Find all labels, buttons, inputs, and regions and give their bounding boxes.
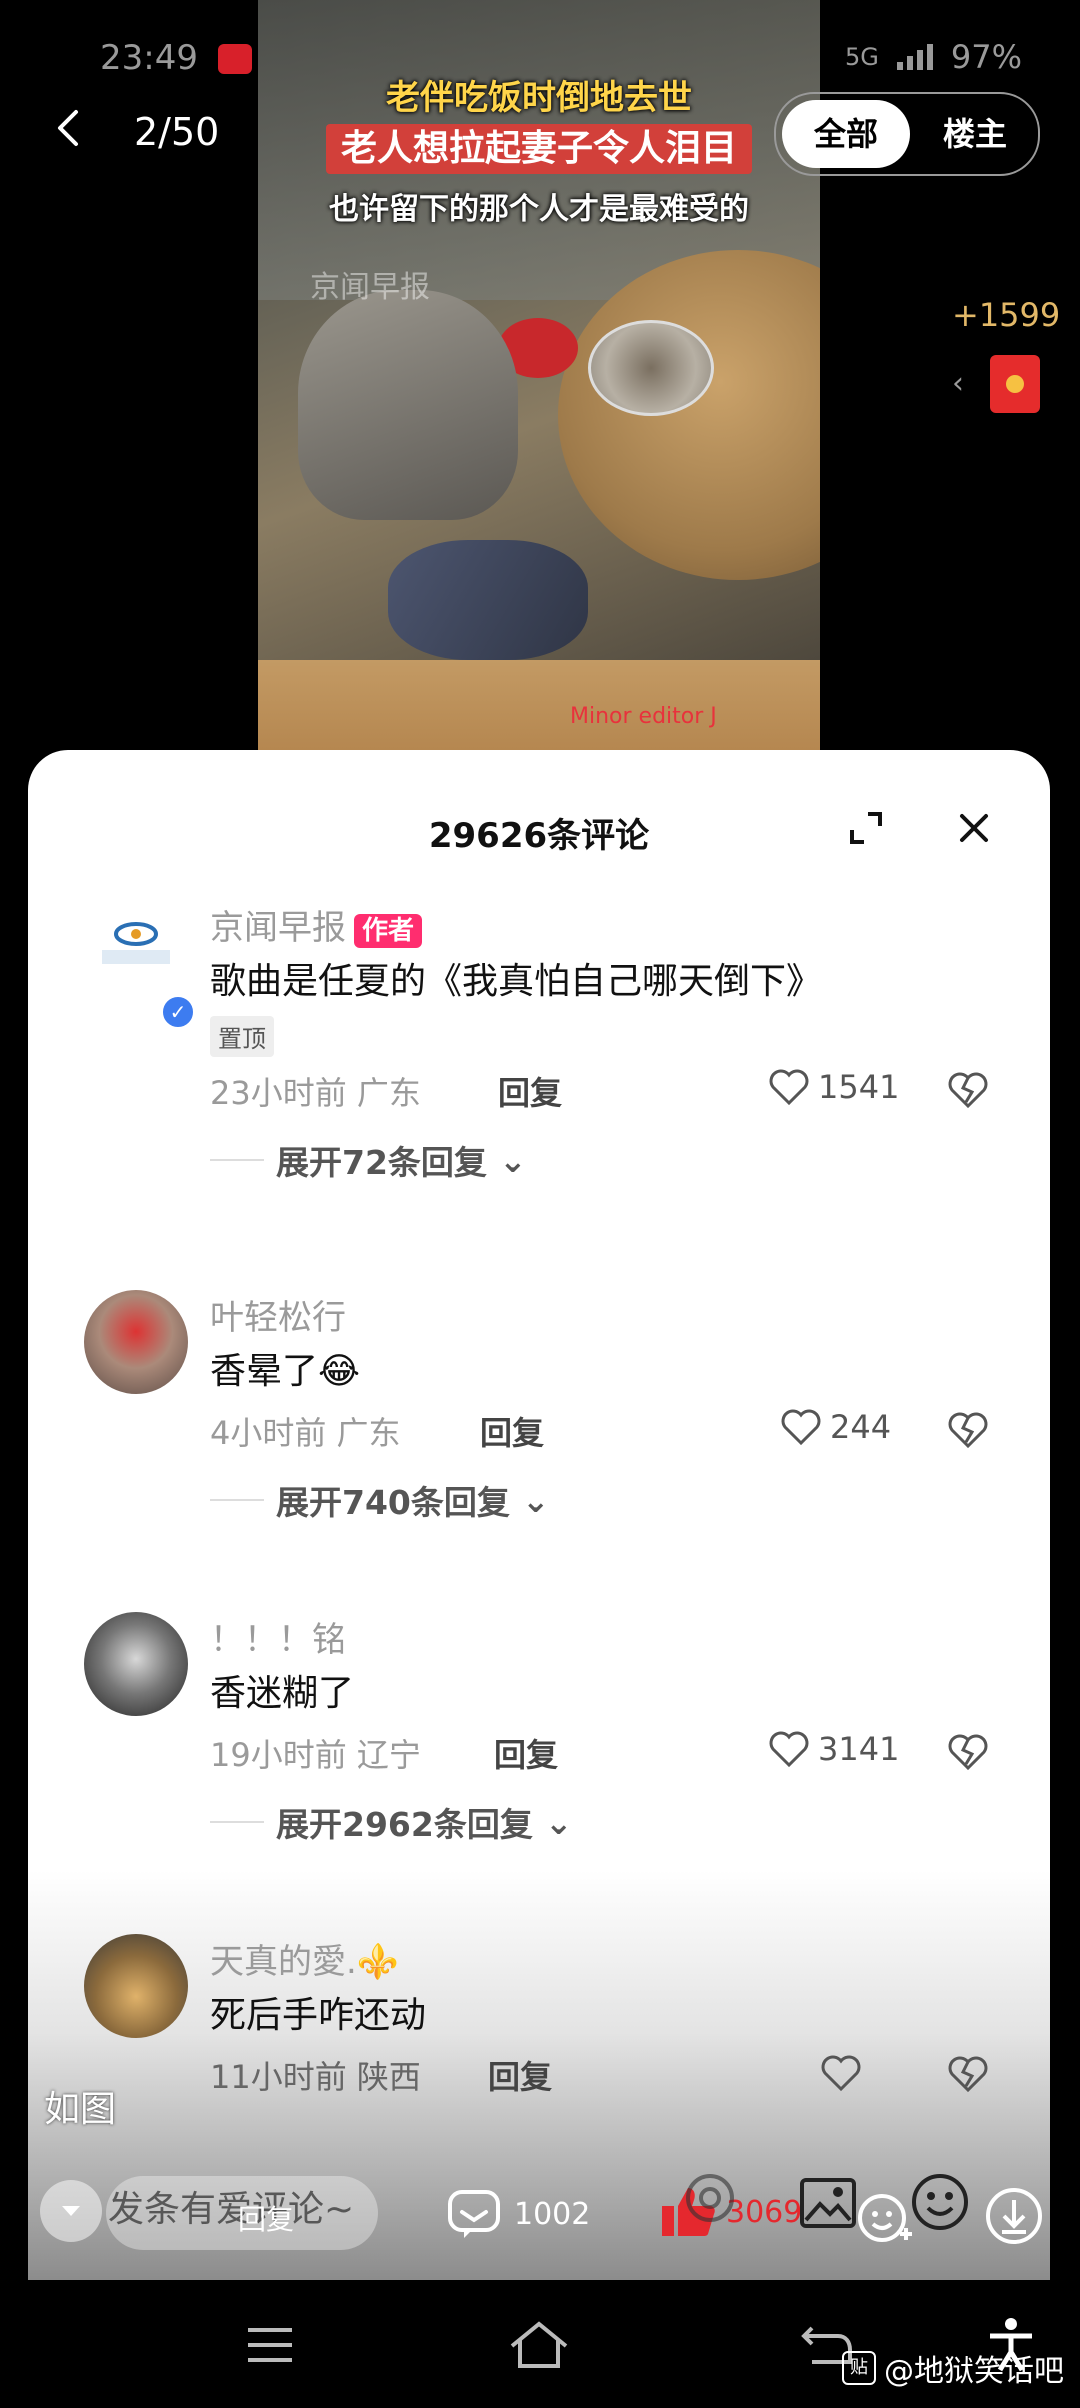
- avatar[interactable]: [84, 900, 188, 1004]
- like-button[interactable]: 3141: [768, 1730, 899, 1768]
- tieba-logo-icon: 贴: [842, 2351, 876, 2385]
- reply-button[interactable]: 回复: [498, 1068, 562, 1114]
- comment-item: ✓ 京闻早报 作者 歌曲是任夏的《我真怕自己哪天倒下》 置顶 23小时前 广东 回…: [28, 900, 1050, 1200]
- video-caption-3: 也许留下的那个人才是最难受的: [329, 192, 749, 227]
- bonus-count: +1599: [952, 296, 1061, 334]
- video-scene-pot: [588, 320, 714, 416]
- comments-title: 29626条评论: [428, 816, 650, 856]
- caret-down-icon: [62, 2206, 80, 2216]
- verified-badge: ✓: [160, 994, 196, 1030]
- comment-count-button[interactable]: 1002: [446, 2186, 590, 2242]
- menu-icon[interactable]: [244, 2324, 296, 2366]
- comment-meta: 4小时前 广东: [210, 1414, 401, 1452]
- avatar[interactable]: [84, 1290, 188, 1394]
- pinned-tag: 置顶: [210, 1016, 274, 1057]
- download-icon[interactable]: [984, 2186, 1044, 2246]
- dislike-icon[interactable]: [946, 2054, 990, 2094]
- red-packet-icon[interactable]: [990, 355, 1040, 413]
- heart-icon: [781, 1409, 821, 1446]
- avatar[interactable]: [84, 1934, 188, 2038]
- video-player[interactable]: 老伴吃饭时倒地去世 老人想拉起妻子令人泪目 也许留下的那个人才是最难受的 京闻早…: [258, 0, 820, 750]
- comment-item: ！！！铭 香迷糊了 19小时前 辽宁 回复 3141 展开2962条回复 ⌄: [28, 1612, 1050, 1872]
- comment-meta: 11小时前 陕西: [210, 2058, 421, 2096]
- app-notification-icon: [218, 44, 252, 74]
- comment-text: 死后手咋还动: [210, 1995, 427, 2036]
- comment-input[interactable]: 发条有爱评论~: [108, 2180, 354, 2232]
- comment-username[interactable]: 叶轻松行: [210, 1290, 346, 1339]
- comment-bubble-icon: [448, 2190, 500, 2238]
- comment-username[interactable]: ！！！铭: [210, 1612, 346, 1661]
- home-icon[interactable]: [508, 2320, 570, 2370]
- network-label: 5G: [845, 43, 879, 71]
- filter-op-button[interactable]: 楼主: [916, 100, 1034, 168]
- comment-text: 香迷糊了: [210, 1673, 355, 1714]
- comment-item: 天真的愛.⚜️ 死后手咋还动 11小时前 陕西 回复: [28, 1934, 1050, 2096]
- chevron-left-icon[interactable]: ‹: [952, 366, 964, 401]
- video-scene-floor: [258, 660, 820, 750]
- reply-button[interactable]: 回复: [480, 1408, 544, 1454]
- status-time: 23:49: [100, 38, 198, 78]
- chevron-down-icon: ⌄: [544, 1802, 573, 1842]
- author-badge: 作者: [354, 914, 423, 948]
- at-mention-icon[interactable]: [682, 2170, 738, 2226]
- comment-username[interactable]: 天真的愛.⚜️: [210, 1934, 399, 1983]
- like-button[interactable]: 244: [780, 1408, 891, 1446]
- comments-panel: 29626条评论 ✓ 京闻早报 作者 歌曲是任夏的《我真怕自己哪天倒下》 置顶 2…: [28, 750, 1050, 2280]
- avatar[interactable]: [84, 1612, 188, 1716]
- expand-replies[interactable]: 展开72条回复 ⌄: [210, 1136, 527, 1184]
- comment-meta: 19小时前 辽宁: [210, 1736, 421, 1774]
- dislike-icon[interactable]: [946, 1070, 990, 1110]
- like-button[interactable]: 1541: [768, 1068, 899, 1106]
- heart-icon: [769, 1731, 809, 1768]
- heart-icon[interactable]: [820, 2054, 862, 2092]
- comment-username[interactable]: 京闻早报 作者: [210, 900, 423, 949]
- video-scene-woman: [388, 540, 588, 660]
- chevron-down-icon: ⌄: [521, 1480, 550, 1520]
- comment-text: 香晕了😂: [210, 1351, 361, 1392]
- comment-item: 叶轻松行 香晕了😂 4小时前 广东 回复 244 展开740条回复 ⌄: [28, 1290, 1050, 1550]
- video-caption-2: 老人想拉起妻子令人泪目: [326, 124, 752, 174]
- expand-replies[interactable]: 展开740条回复 ⌄: [210, 1476, 550, 1524]
- page-counter: 2/50: [134, 110, 220, 154]
- editor-tag: Minor editor J: [570, 704, 717, 729]
- close-icon[interactable]: [954, 808, 994, 848]
- reply-button[interactable]: 回复: [488, 2052, 552, 2098]
- expand-replies[interactable]: 展开2962条回复 ⌄: [210, 1798, 573, 1846]
- overlay-label: 如图: [44, 2089, 117, 2130]
- video-watermark: 京闻早报: [310, 270, 430, 305]
- signal-icon: [896, 44, 933, 70]
- comment-text: 歌曲是任夏的《我真怕自己哪天倒下》: [210, 961, 823, 1002]
- collapse-button[interactable]: [40, 2180, 102, 2242]
- dislike-icon[interactable]: [946, 1732, 990, 1772]
- publisher-logo-icon: [102, 922, 170, 964]
- battery-label: 97%: [950, 38, 1022, 76]
- chevron-down-icon: ⌄: [498, 1140, 527, 1180]
- image-icon[interactable]: [798, 2176, 858, 2232]
- reply-button[interactable]: 回复: [494, 1730, 558, 1776]
- back-arrow-icon[interactable]: [50, 108, 90, 148]
- comment-count: 1002: [514, 2196, 591, 2232]
- filter-toggle: 全部 楼主: [774, 92, 1040, 176]
- emoji-icon[interactable]: [910, 2172, 970, 2232]
- video-scene-man: [298, 290, 518, 520]
- video-caption-1: 老伴吃饭时倒地去世: [386, 78, 692, 118]
- status-right: 5G 97%: [845, 38, 1022, 76]
- comment-meta: 23小时前 广东: [210, 1074, 421, 1112]
- source-credit: 贴 @地狱笑话吧: [842, 2346, 1064, 2390]
- dislike-icon[interactable]: [946, 1410, 990, 1450]
- add-emoji-icon[interactable]: [856, 2188, 916, 2248]
- heart-icon: [769, 1069, 809, 1106]
- reply-overlay-label: 回复: [238, 2203, 295, 2236]
- filter-all-button[interactable]: 全部: [782, 100, 910, 168]
- expand-icon[interactable]: [846, 808, 886, 848]
